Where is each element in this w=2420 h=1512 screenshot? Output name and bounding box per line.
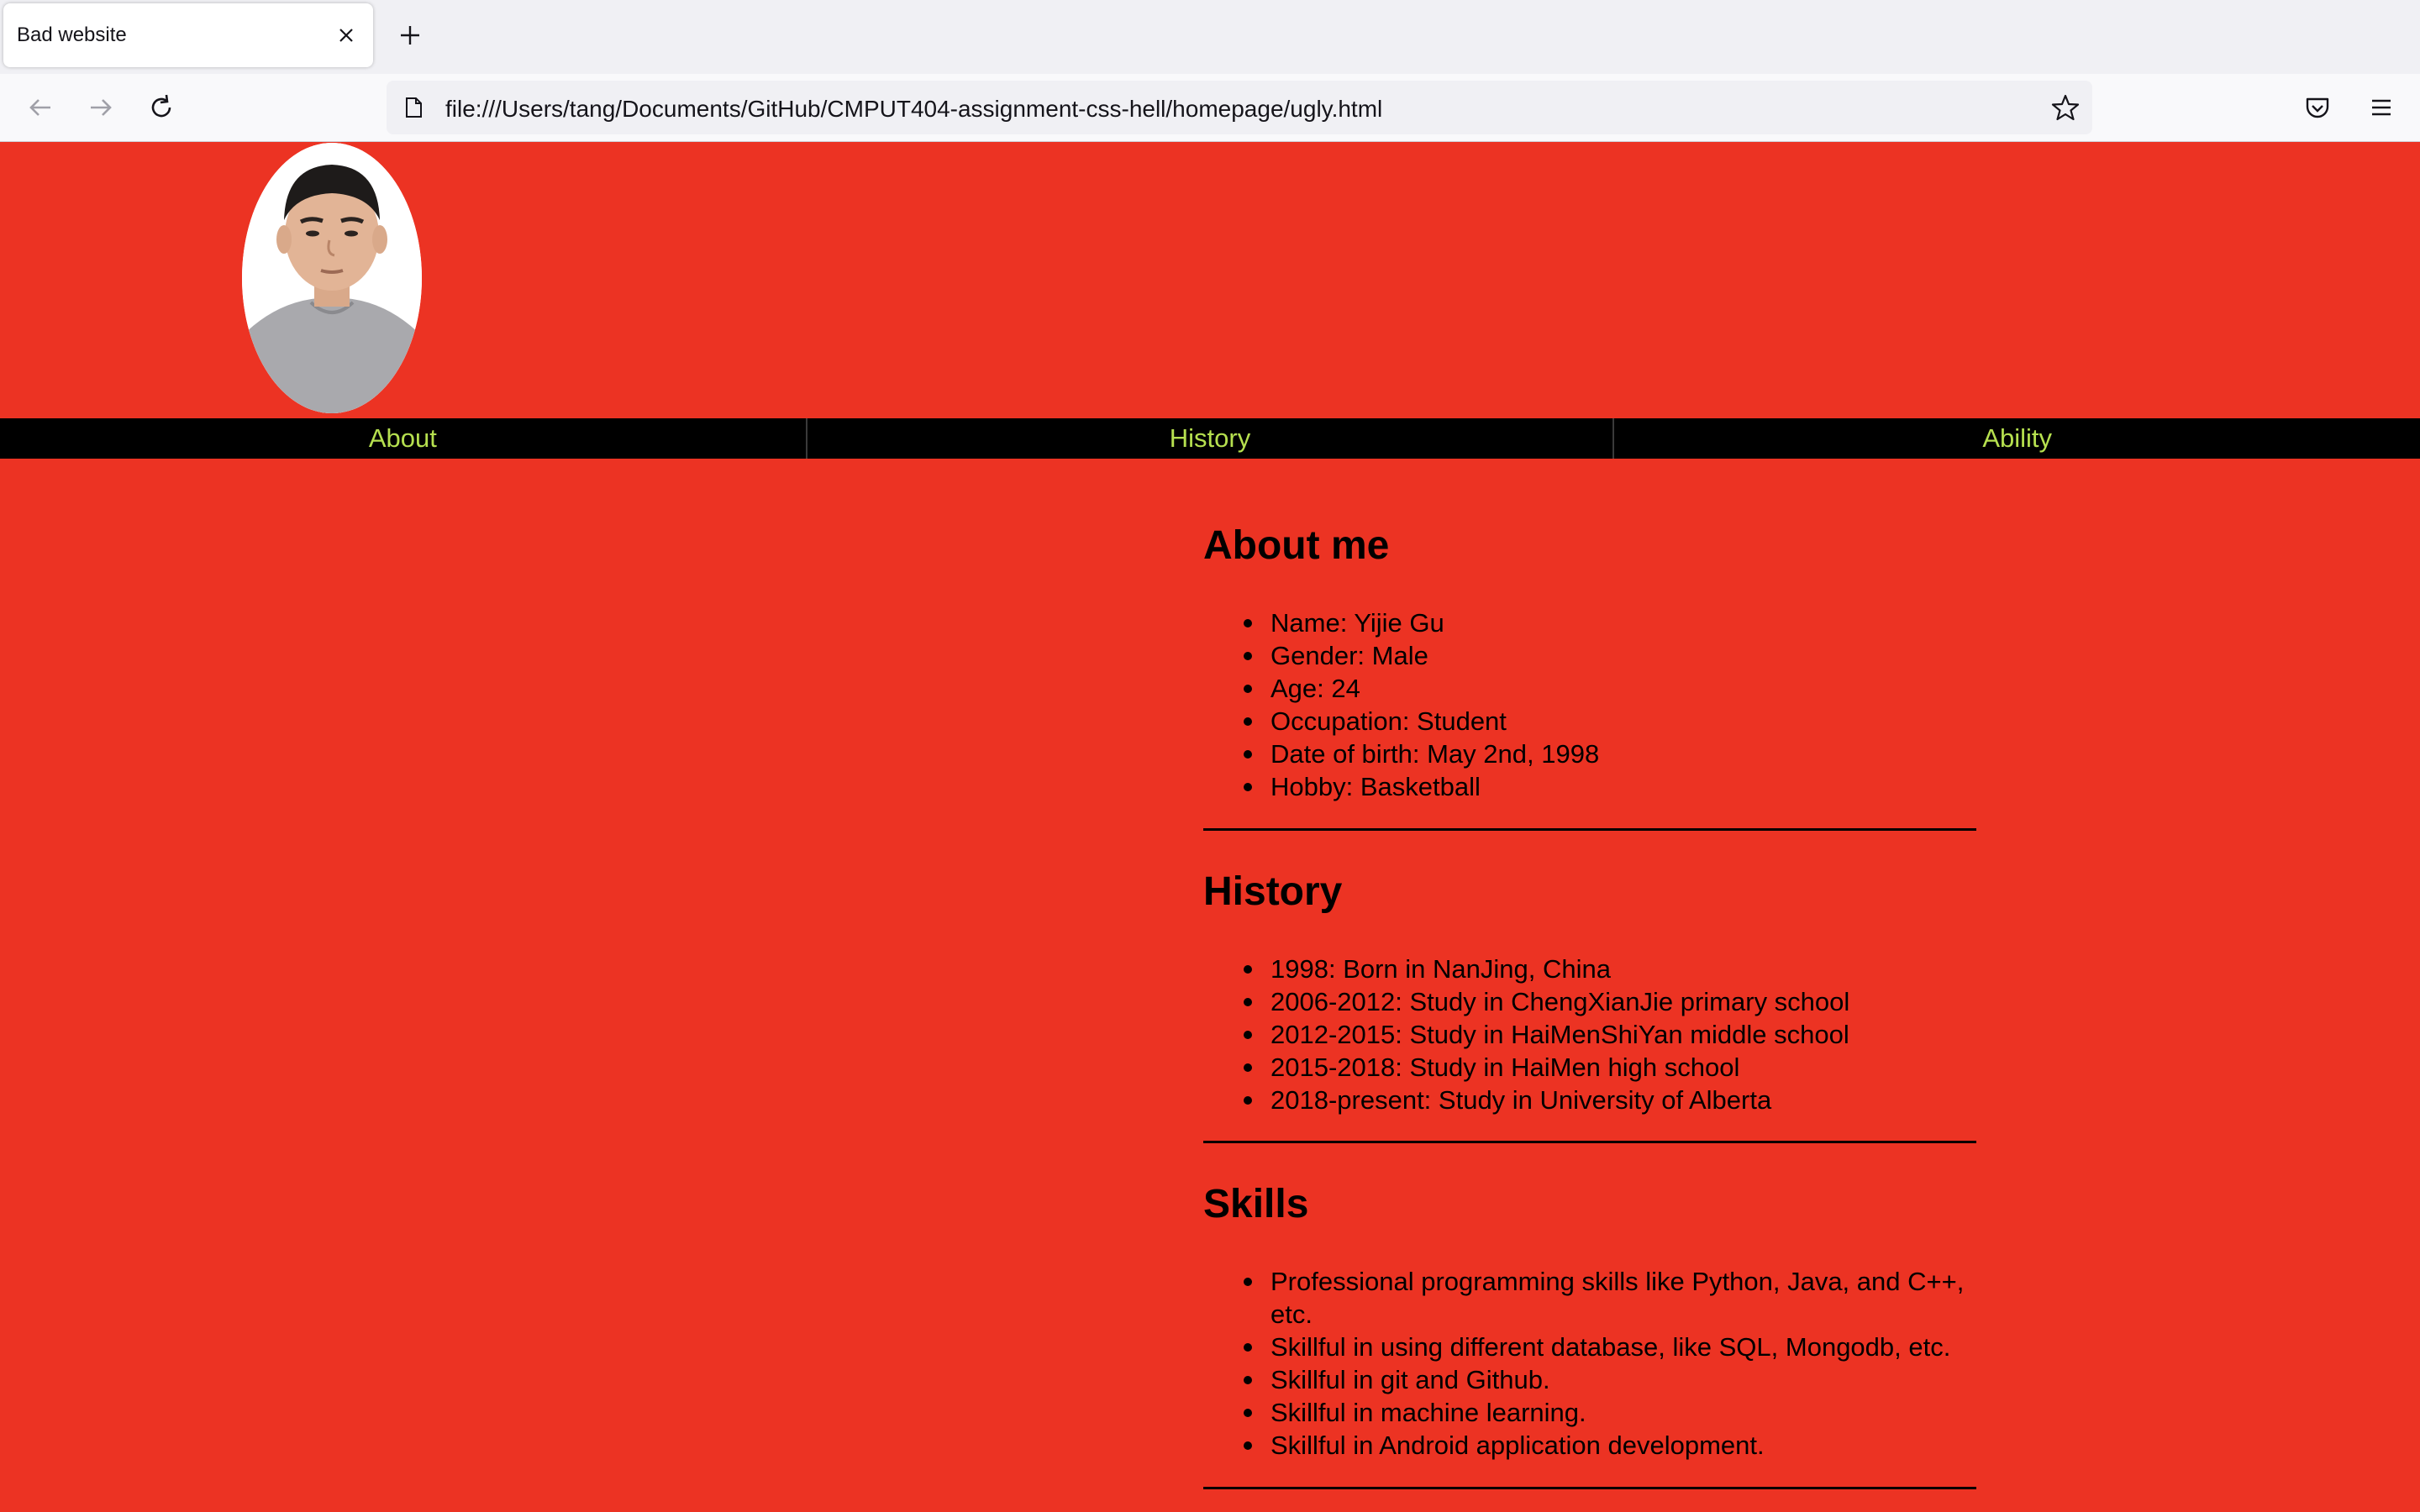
- about-list: Name: Yijie Gu Gender: Male Age: 24 Occu…: [1244, 606, 1976, 803]
- list-item: 2012-2015: Study in HaiMenShiYan middle …: [1244, 1018, 1976, 1051]
- page-icon: [406, 97, 422, 118]
- list-item: Occupation: Student: [1244, 705, 1976, 738]
- bookmark-star-icon[interactable]: [2050, 92, 2081, 123]
- list-item: 2006-2012: Study in ChengXianJie primary…: [1244, 985, 1976, 1018]
- list-item: Gender: Male: [1244, 639, 1976, 672]
- close-icon[interactable]: [336, 25, 356, 45]
- list-item: Skillful in git and Github.: [1244, 1363, 1976, 1396]
- skills-heading: Skills: [1203, 1182, 1309, 1226]
- pocket-icon[interactable]: [2302, 92, 2333, 123]
- url-text[interactable]: file:///Users/tang/Documents/GitHub/CMPU…: [445, 96, 1382, 123]
- reload-icon[interactable]: [145, 91, 178, 124]
- page-content: About History Ability About me Name: Yij…: [0, 143, 2420, 1512]
- list-item: 2015-2018: Study in HaiMen high school: [1244, 1051, 1976, 1084]
- history-list: 1998: Born in NanJing, China 2006-2012: …: [1244, 953, 1976, 1116]
- back-arrow-icon[interactable]: [24, 91, 57, 124]
- list-item: Professional programming skills like Pyt…: [1244, 1265, 1976, 1331]
- about-heading: About me: [1203, 523, 1390, 568]
- list-item: 1998: Born in NanJing, China: [1244, 953, 1976, 985]
- list-item: Age: 24: [1244, 672, 1976, 705]
- list-item: Hobby: Basketball: [1244, 770, 1976, 803]
- nav-link-about[interactable]: About: [0, 418, 808, 459]
- profile-photo: [242, 143, 422, 413]
- list-item: Date of birth: May 2nd, 1998: [1244, 738, 1976, 770]
- section-divider: [1203, 1487, 1976, 1489]
- section-divider: [1203, 1141, 1976, 1143]
- history-heading: History: [1203, 869, 1343, 914]
- nav-link-history[interactable]: History: [808, 418, 1615, 459]
- browser-toolbar: file:///Users/tang/Documents/GitHub/CMPU…: [0, 74, 2420, 142]
- tab-title: Bad website: [17, 24, 127, 46]
- list-item: 2018-present: Study in University of Alb…: [1244, 1084, 1976, 1116]
- nav-link-ability[interactable]: Ability: [1614, 418, 2420, 459]
- main-navigation: About History Ability: [0, 418, 2420, 459]
- address-bar[interactable]: file:///Users/tang/Documents/GitHub/CMPU…: [387, 81, 2092, 134]
- section-divider: [1203, 828, 1976, 831]
- plus-icon[interactable]: [397, 22, 424, 49]
- skills-list: Professional programming skills like Pyt…: [1244, 1265, 1976, 1462]
- list-item: Name: Yijie Gu: [1244, 606, 1976, 639]
- list-item: Skillful in using different database, li…: [1244, 1331, 1976, 1363]
- hamburger-menu-icon[interactable]: [2366, 92, 2396, 123]
- list-item: Skillful in machine learning.: [1244, 1396, 1976, 1429]
- list-item: Skillful in Android application developm…: [1244, 1429, 1976, 1462]
- tab-bar: Bad website: [0, 0, 2420, 74]
- forward-arrow-icon[interactable]: [84, 91, 118, 124]
- browser-tab[interactable]: Bad website: [3, 3, 373, 67]
- avatar: [242, 143, 422, 413]
